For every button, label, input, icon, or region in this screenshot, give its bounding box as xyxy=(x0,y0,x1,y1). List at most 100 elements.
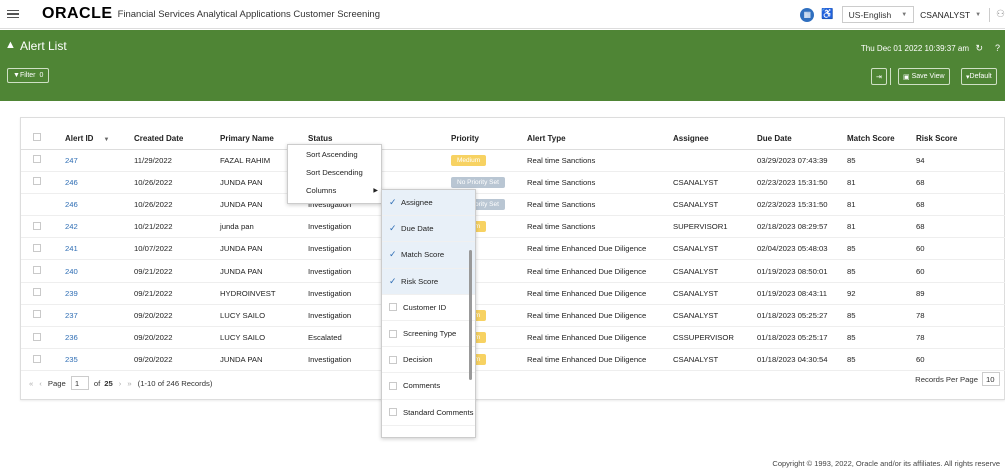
scrollbar[interactable] xyxy=(469,250,472,380)
alert-id-link[interactable]: 240 xyxy=(65,267,78,276)
col-header-alert-type[interactable]: Alert Type xyxy=(527,128,673,150)
row-checkbox[interactable] xyxy=(33,266,41,275)
alert-list-panel: Alert ID ▼ Created Date Primary Name Stat… xyxy=(20,117,1005,400)
cell-match-score: 85 xyxy=(847,326,916,350)
alert-id-link[interactable]: 237 xyxy=(65,311,78,320)
table-row[interactable]: 239 09/21/2022 HYDROINVEST Investigation Rea… xyxy=(21,282,1005,305)
cell-risk-score: 60 xyxy=(916,348,1005,372)
rpp-label: Records Per Page xyxy=(915,374,978,384)
col-header-alert-id[interactable]: Alert ID ▼ xyxy=(65,128,134,150)
cell-created-date: 10/21/2022 xyxy=(134,215,220,239)
column-toggle-item[interactable]: ✓ Match Score xyxy=(382,242,475,269)
row-checkbox[interactable] xyxy=(33,332,41,341)
last-page-icon[interactable]: » xyxy=(127,379,131,388)
alert-id-link[interactable]: 236 xyxy=(65,333,78,342)
cell-created-date: 10/07/2022 xyxy=(134,237,220,261)
save-icon: ▣ xyxy=(903,73,910,81)
total-pages: 25 xyxy=(104,378,113,388)
chevron-down-icon[interactable]: ▼ xyxy=(103,137,109,143)
alert-id-link[interactable]: 242 xyxy=(65,222,78,231)
cell-risk-score: 60 xyxy=(916,237,1005,261)
export-button[interactable]: ⇥ xyxy=(871,68,887,85)
column-toggle-item[interactable]: ✓ Due Date xyxy=(382,216,475,243)
table-row[interactable]: 23509/20/2022JUNDA PANInvestigationMediu… xyxy=(21,348,1005,372)
row-checkbox[interactable] xyxy=(33,177,41,186)
accessibility-icon[interactable]: ♿ xyxy=(821,9,833,20)
alert-id-link[interactable]: 239 xyxy=(65,289,78,298)
save-view-button[interactable]: ▣ Save View xyxy=(898,68,950,85)
column-toggle-label: Decision xyxy=(403,355,433,365)
col-header-risk-score[interactable]: Risk Score xyxy=(916,128,1005,150)
column-toggle-item[interactable]: Decision xyxy=(382,347,475,374)
table-row[interactable]: 246 10/26/2022 JUNDA PAN Investigation No Pr… xyxy=(21,193,1005,217)
table-row[interactable]: 246 10/26/2022 JUNDA PAN No Priority Set Rea… xyxy=(21,171,1005,194)
row-checkbox[interactable] xyxy=(33,221,41,230)
help-icon[interactable]: ? xyxy=(995,43,1000,53)
user-name: CSANALYST xyxy=(920,9,971,20)
next-page-icon[interactable]: › xyxy=(119,379,122,388)
table-row[interactable]: 23709/20/2022LUCY SAILOInvestigationMedi… xyxy=(21,304,1005,328)
cell-primary-name: JUNDA PAN xyxy=(220,348,308,372)
column-toggle-label: Match Score xyxy=(401,250,445,260)
language-value: US-English xyxy=(848,9,892,20)
alert-id-link[interactable]: 247 xyxy=(65,156,78,165)
row-checkbox[interactable] xyxy=(33,243,41,252)
default-view-button[interactable]: ▾ Default xyxy=(961,68,997,85)
menu-item-sort-ascending[interactable]: Sort Ascending xyxy=(288,145,381,163)
cell-created-date: 10/26/2022 xyxy=(134,193,220,217)
alert-id-link[interactable]: 235 xyxy=(65,355,78,364)
cell-assignee: CSANALYST xyxy=(673,259,757,283)
menu-item-sort-descending[interactable]: Sort Descending xyxy=(288,163,381,181)
cell-due-date: 01/19/2023 08:43:11 xyxy=(757,282,847,305)
unchecked-checkbox[interactable] xyxy=(389,303,397,312)
language-select[interactable]: US-English ▼ xyxy=(841,6,915,23)
table-row[interactable]: 24009/21/2022JUNDA PANInvestigationHighR… xyxy=(21,259,1005,283)
row-checkbox[interactable] xyxy=(33,288,41,297)
cell-risk-score: 68 xyxy=(916,171,1005,194)
column-toggle-label: Customer ID xyxy=(403,302,447,312)
col-header-due-date[interactable]: Due Date xyxy=(757,128,847,150)
alert-id-link[interactable]: 246 xyxy=(65,178,78,187)
col-header-priority[interactable]: Priority xyxy=(451,128,527,150)
column-toggle-item[interactable]: ✓ Assignee xyxy=(382,190,475,217)
col-header-created-date[interactable]: Created Date xyxy=(134,128,220,150)
table-row[interactable]: 24210/21/2022junda panInvestigationMediu… xyxy=(21,215,1005,239)
table-row[interactable]: 24711/29/2022FAZAL RAHIMExit RequiredMed… xyxy=(21,149,1005,172)
column-toggle-item[interactable]: Screening Type xyxy=(382,321,475,348)
menu-item-columns[interactable]: Columns ▶ xyxy=(288,181,381,199)
table-row[interactable]: 23609/20/2022LUCY SAILOEscalatedMediumRe… xyxy=(21,326,1005,350)
export-icon: ⇥ xyxy=(876,73,882,81)
cell-alert-type: Real time Sanctions xyxy=(527,193,673,217)
col-header-assignee[interactable]: Assignee xyxy=(673,128,757,150)
unchecked-checkbox[interactable] xyxy=(389,408,397,417)
unchecked-checkbox[interactable] xyxy=(389,329,397,338)
column-toggle-item[interactable]: Comments xyxy=(382,373,475,400)
divider xyxy=(989,7,991,22)
refresh-icon[interactable]: ↻ xyxy=(975,43,983,54)
filter-button[interactable]: ▼ Filter 0 xyxy=(7,68,50,83)
col-header-match-score[interactable]: Match Score xyxy=(847,128,916,150)
rpp-input[interactable]: 10 xyxy=(982,372,1000,386)
column-toggle-item[interactable]: Standard Comments xyxy=(382,400,475,426)
prev-page-icon[interactable]: ‹ xyxy=(39,379,42,388)
column-toggle-item[interactable]: ✓ Risk Score xyxy=(382,268,475,295)
apps-grid-icon[interactable]: ▦ xyxy=(800,7,815,22)
user-icon[interactable]: ⚇ xyxy=(996,9,1005,20)
table-row[interactable]: 241 10/07/2022 JUNDA PAN Investigation Real … xyxy=(21,237,1005,261)
unchecked-checkbox[interactable] xyxy=(389,381,397,390)
cell-primary-name: JUNDA PAN xyxy=(220,259,308,283)
pagination: « ‹ Page 1 of 25 › » (1-10 of 246 Record… xyxy=(29,376,212,390)
row-checkbox[interactable] xyxy=(33,310,41,319)
hamburger-menu-icon[interactable] xyxy=(7,9,19,19)
cell-alert-type: Real time Enhanced Due Diligence xyxy=(527,237,673,261)
unchecked-checkbox[interactable] xyxy=(389,355,397,364)
page-number-input[interactable]: 1 xyxy=(70,376,89,390)
alert-id-link[interactable]: 246 xyxy=(65,200,78,209)
first-page-icon[interactable]: « xyxy=(29,379,33,388)
row-checkbox[interactable] xyxy=(33,354,41,363)
user-menu[interactable]: CSANALYST ▼ xyxy=(920,10,981,20)
row-checkbox[interactable] xyxy=(33,155,41,164)
column-toggle-item[interactable]: Customer ID xyxy=(382,295,475,321)
alert-id-link[interactable]: 241 xyxy=(65,244,78,253)
select-all-checkbox[interactable] xyxy=(33,133,41,142)
